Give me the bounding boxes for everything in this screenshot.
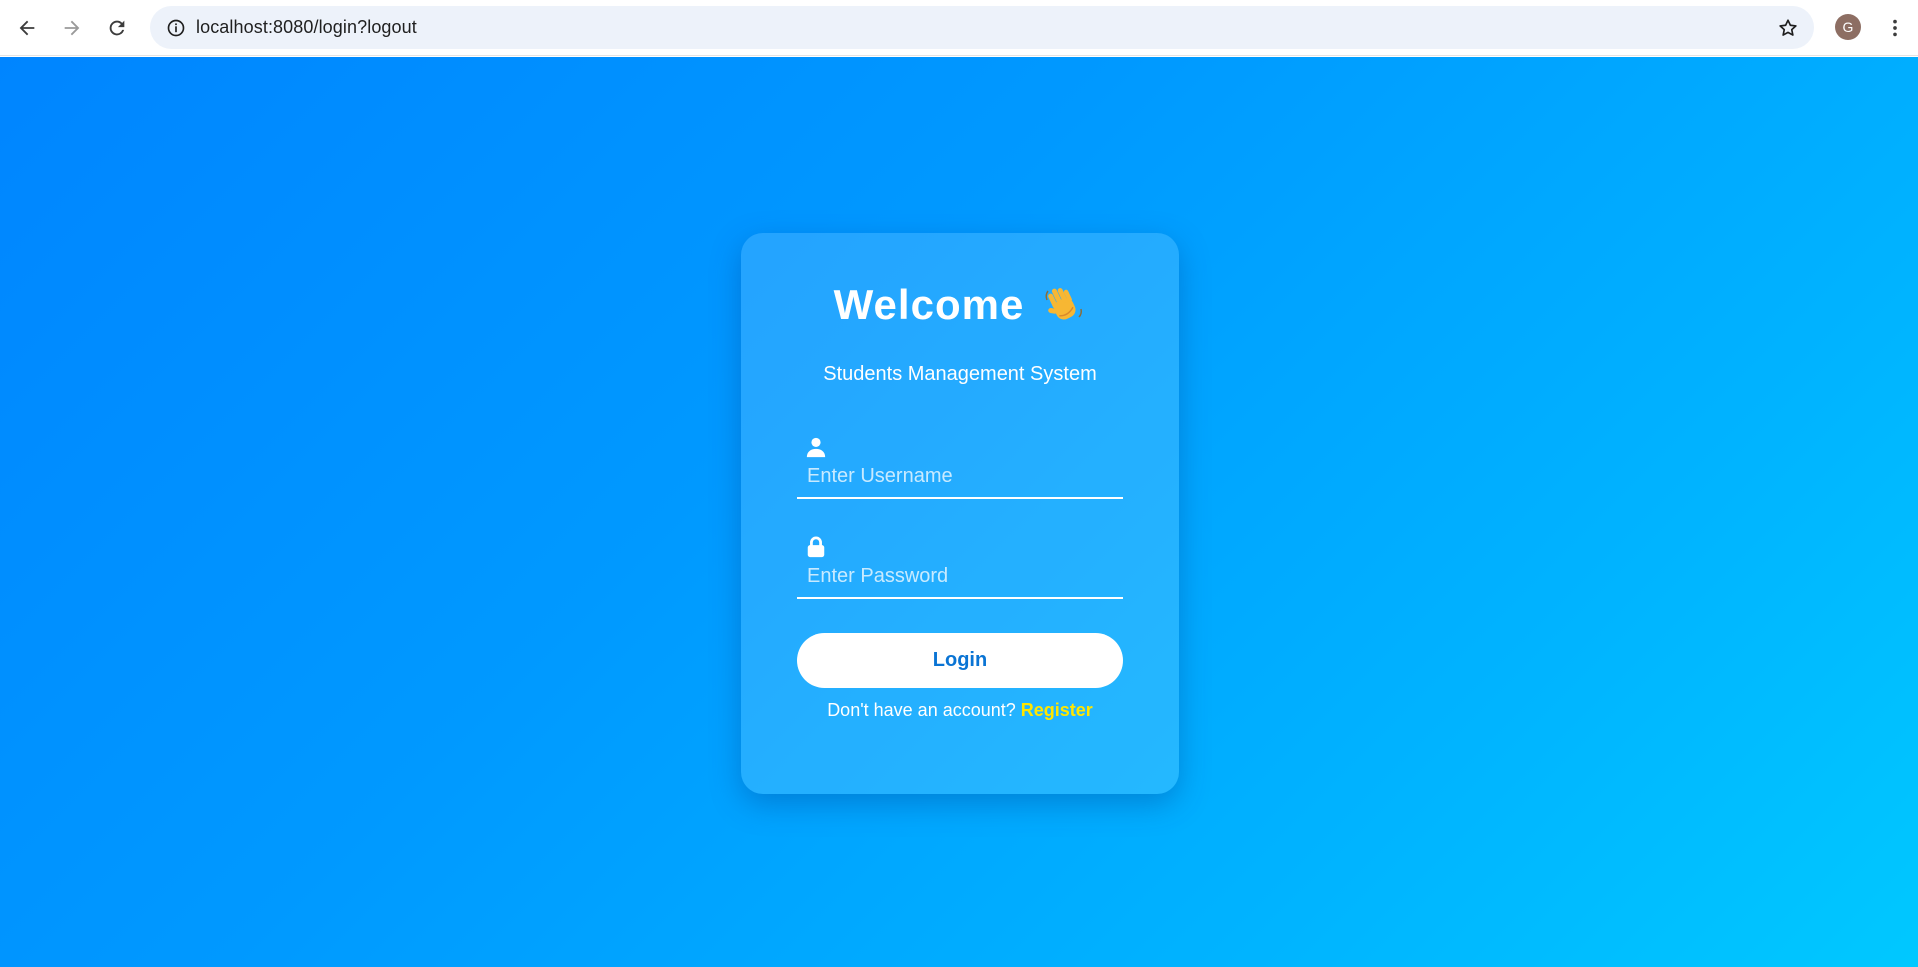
- user-icon: [806, 437, 826, 458]
- welcome-title: Welcome: [833, 281, 1025, 328]
- login-button[interactable]: Login: [797, 633, 1123, 688]
- site-info-icon[interactable]: [160, 12, 192, 44]
- kebab-menu-icon[interactable]: [1880, 8, 1910, 48]
- reload-button[interactable]: [97, 8, 137, 48]
- bookmark-star-icon[interactable]: [1772, 12, 1804, 44]
- back-icon: [19, 20, 35, 36]
- forward-button[interactable]: [52, 8, 92, 48]
- register-link[interactable]: Register: [1021, 700, 1093, 720]
- username-field[interactable]: [797, 429, 1123, 499]
- lock-icon: [807, 536, 825, 558]
- username-input[interactable]: [807, 461, 1107, 491]
- page-background: Welcome Students Management System Enter…: [0, 57, 1918, 967]
- welcome-heading: Welcome: [741, 281, 1179, 329]
- address-bar[interactable]: localhost:8080/login?logout: [150, 6, 1814, 49]
- password-field[interactable]: [797, 529, 1123, 599]
- password-input[interactable]: [807, 561, 1107, 591]
- browser-toolbar: localhost:8080/login?logout G: [0, 0, 1918, 56]
- address-url[interactable]: localhost:8080/login?logout: [196, 17, 417, 38]
- register-prompt-line: Don't have an account? Register: [741, 700, 1179, 721]
- register-prompt-text: Don't have an account?: [827, 700, 1016, 720]
- back-button[interactable]: [7, 8, 47, 48]
- waving-hand-icon: [1045, 288, 1083, 320]
- app-subtitle: Students Management System: [823, 363, 1097, 385]
- login-card: Welcome Students Management System Enter…: [741, 233, 1179, 794]
- reload-icon: [109, 20, 125, 36]
- profile-avatar[interactable]: G: [1835, 14, 1861, 40]
- forward-icon: [64, 20, 80, 36]
